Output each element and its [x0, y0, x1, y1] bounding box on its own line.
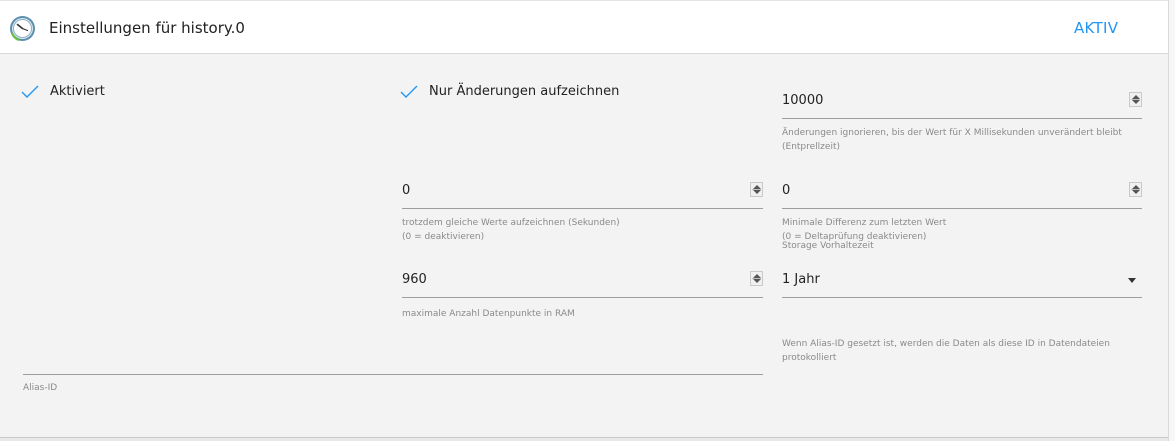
enabled-label: Aktiviert: [50, 84, 105, 99]
dialog-bottom-border: [0, 437, 1168, 441]
alias-id-field[interactable]: [23, 348, 763, 375]
debounce-input[interactable]: 10000: [782, 93, 823, 108]
checkmark-icon: [400, 85, 418, 98]
debounce-underline: [782, 118, 1142, 119]
max-points-spinner[interactable]: [750, 271, 763, 286]
alias-id-label: Alias-ID: [23, 383, 58, 393]
same-values-spinner[interactable]: [750, 182, 763, 197]
changes-only-checkbox[interactable]: Nur Änderungen aufzeichnen: [400, 84, 619, 99]
alias-help: Wenn Alias-ID gesetzt ist, werden die Da…: [782, 339, 1110, 363]
tab-aktiv[interactable]: AKTIV: [1074, 19, 1118, 37]
same-values-field[interactable]: 0: [402, 182, 763, 210]
max-points-help: maximale Anzahl Datenpunkte in RAM: [402, 309, 575, 319]
scrollbar-track[interactable]: [1168, 0, 1175, 441]
retention-value: 1 Jahr: [782, 272, 820, 287]
max-points-underline: [402, 297, 763, 298]
chevron-down-icon[interactable]: [1128, 278, 1136, 283]
max-points-field[interactable]: 960: [402, 271, 763, 299]
min-diff-underline: [782, 208, 1142, 209]
checkmark-icon: [21, 85, 39, 98]
dialog-header: Einstellungen für history.0 AKTIV: [0, 0, 1168, 54]
debounce-field[interactable]: 10000: [782, 92, 1142, 120]
same-values-underline: [402, 208, 763, 209]
enabled-checkbox[interactable]: Aktiviert: [21, 84, 105, 99]
same-values-input[interactable]: 0: [402, 183, 410, 198]
same-values-help: trotzdem gleiche Werte aufzeichnen (Seku…: [402, 218, 620, 242]
dialog-title: Einstellungen für history.0: [49, 19, 245, 37]
min-diff-input[interactable]: 0: [782, 183, 790, 198]
min-diff-help: Minimale Differenz zum letzten Wert (0 =…: [782, 218, 947, 242]
retention-select[interactable]: 1 Jahr: [782, 272, 1142, 299]
clock-icon: [10, 16, 35, 42]
retention-underline: [782, 297, 1142, 298]
retention-label: Storage Vorhaltezeit: [782, 241, 874, 251]
min-diff-field[interactable]: 0: [782, 182, 1142, 210]
changes-only-label: Nur Änderungen aufzeichnen: [429, 84, 620, 99]
debounce-spinner[interactable]: [1129, 92, 1142, 107]
min-diff-spinner[interactable]: [1129, 182, 1142, 197]
debounce-help: Änderungen ignorieren, bis der Wert für …: [782, 128, 1122, 152]
max-points-input[interactable]: 960: [402, 272, 427, 287]
alias-id-underline: [23, 374, 763, 375]
